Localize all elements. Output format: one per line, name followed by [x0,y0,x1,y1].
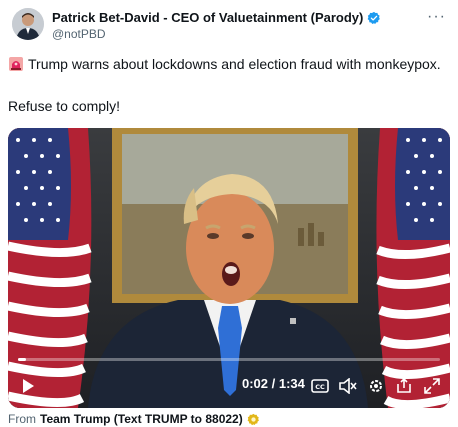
captions-icon[interactable]: CC [310,376,330,396]
video-progress-bar[interactable] [18,358,440,361]
video-progress-fill [18,358,27,361]
settings-icon[interactable] [366,376,386,396]
fullscreen-icon[interactable] [422,376,442,396]
pop-out-icon[interactable] [394,376,414,396]
video-time: 0:02 / 1:34 [242,376,305,391]
verified-gold-badge-icon [247,413,259,425]
tweet-text-main: Trump warns about lockdowns and election… [28,56,441,72]
tweet-header: Patrick Bet-David - CEO of Valuetainment… [8,6,450,46]
verified-badge-icon [368,11,381,24]
siren-emoji-icon [9,57,23,71]
author-display-name[interactable]: Patrick Bet-David - CEO of Valuetainment… [52,10,363,25]
from-label: From [8,412,36,426]
tweet-text-line-1: Trump warns about lockdowns and election… [8,56,441,72]
avatar[interactable] [12,8,44,40]
author-handle[interactable]: @notPBD [52,27,106,41]
mute-icon[interactable] [338,376,358,396]
more-options-icon[interactable]: ··· [427,8,446,26]
video-source-link[interactable]: Team Trump (Text TRUMP to 88022) [40,412,243,426]
play-icon[interactable] [18,376,38,396]
tweet-text-line-2: Refuse to comply! [8,98,121,114]
video-controls: 0:02 / 1:34 CC [8,364,450,408]
svg-text:CC: CC [315,383,325,391]
video-player[interactable]: 0:02 / 1:34 CC [8,128,450,408]
video-source-attribution: From Team Trump (Text TRUMP to 88022) [8,412,260,426]
